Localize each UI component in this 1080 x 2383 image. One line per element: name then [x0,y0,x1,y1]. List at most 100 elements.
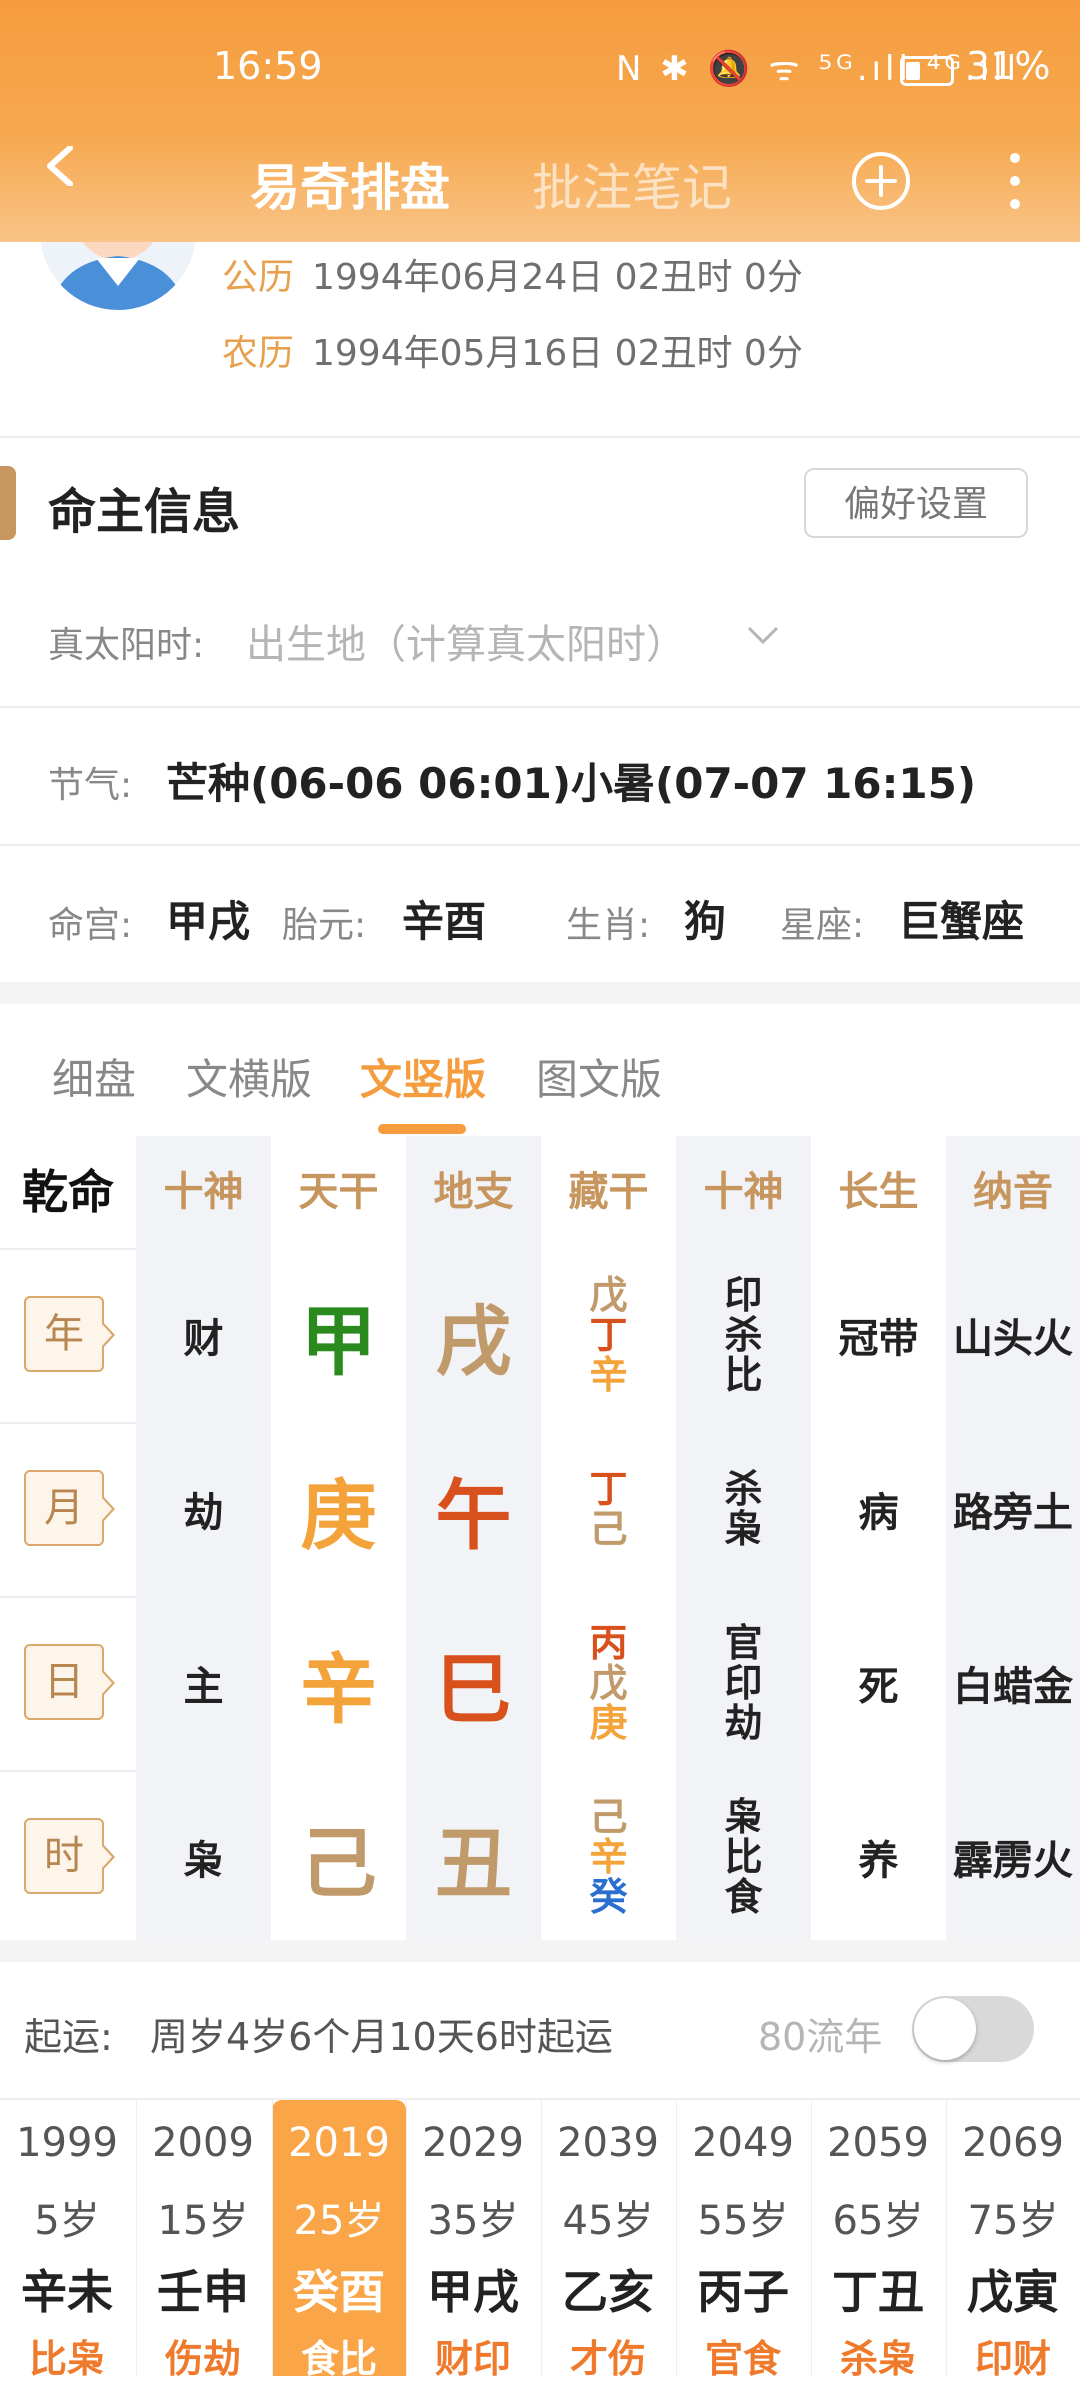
hidden-stem: 己 [589,1795,628,1839]
tab-xipan[interactable]: 细盘 [52,1046,136,1107]
earthly-branch[interactable]: 巳 [406,1596,541,1770]
dayun-age: 75岁 [967,2198,1059,2244]
minggong-label: 命宫: [48,905,133,946]
nayin: 霹雳火 [953,1838,1073,1884]
earthly-branch[interactable]: 戌 [406,1248,541,1422]
dayun-column[interactable]: 2049 55岁 丙子 官食 [676,2100,810,2381]
hidden-ten-gods: 枭比食 [676,1770,811,1944]
liunian-80-toggle[interactable] [912,1996,1034,2062]
battery-percent: 31% [966,44,1051,88]
status-time: 16:59 [213,44,323,88]
dayun-column[interactable]: 1999 5岁 辛未 比枭 [0,2100,134,2381]
nayin: 路旁土 [953,1490,1073,1536]
dayun-column[interactable]: 2039 45岁 乙亥 才伤 [541,2100,675,2381]
dayun-column[interactable]: 2059 65岁 丁丑 杀枭 [811,2100,945,2381]
dayun-ganzhi: 壬申 [157,2265,249,2319]
hidden-stem: 丁 [589,1467,628,1511]
hidden-ten-god: 枭 [724,1795,763,1839]
liunian-80-label: 80流年 [758,2015,883,2059]
hidden-ten-god: 比 [724,1353,763,1397]
tab-wenheng[interactable]: 文横版 [186,1046,312,1107]
dayun-age: 45岁 [562,2198,654,2244]
dayun-age: 5岁 [34,2198,100,2244]
earthly-branch[interactable]: 午 [406,1422,541,1596]
column-divider [946,2100,947,2376]
hidden-ten-gods-stack: 杀枭 [724,1469,762,1549]
hidden-ten-god: 杀 [724,1313,763,1357]
dayun-year: 2049 [692,2120,794,2166]
dayun-ganzhi: 丙子 [697,2265,789,2319]
table-header: 十神 [163,1169,244,1215]
divider [0,1770,136,1772]
hidden-ten-god: 印 [724,1273,763,1317]
dayun-ten-gods: 印财 [974,2337,1051,2381]
hidden-ten-god: 杀 [724,1467,763,1511]
pillar-tag[interactable]: 时 [24,1818,115,1894]
luck-start-label: 起运: [24,2015,113,2059]
tab-tuwen[interactable]: 图文版 [536,1046,662,1107]
ten-god: 主 [183,1664,224,1710]
hidden-ten-god: 劫 [724,1701,763,1745]
changsheng: 冠带 [838,1316,919,1362]
table-header: 纳音 [973,1169,1053,1215]
heavenly-stem[interactable]: 甲 [271,1248,406,1422]
tab-wenshu[interactable]: 文竖版 [360,1046,486,1107]
dayun-ganzhi: 丁丑 [832,2265,924,2319]
hidden-ten-god: 印 [724,1661,763,1705]
chevron-down-icon[interactable] [746,624,780,646]
hidden-stems: 丁己 [541,1422,676,1596]
heavenly-stem[interactable]: 己 [271,1770,406,1944]
hidden-ten-gods-stack: 印杀比 [724,1275,762,1395]
dayun-age: 25岁 [293,2198,385,2244]
dayun-year: 2019 [288,2120,390,2166]
tab-yiqi-paipan[interactable]: 易奇排盘 [250,148,450,220]
solar-date-value: 1994年06月24日 02丑时 0分 [312,257,803,298]
hidden-stems-stack: 丁己 [589,1469,627,1549]
hidden-ten-gods: 杀枭 [676,1422,811,1596]
dayun-ganzhi: 乙亥 [562,2265,654,2319]
shengxiao-label: 生肖: [566,905,651,946]
hidden-ten-gods-stack: 枭比食 [724,1797,762,1917]
tab-annotation-notes[interactable]: 批注笔记 [532,148,732,220]
dayun-age: 35岁 [427,2198,519,2244]
taiyuan-label: 胎元: [282,905,367,946]
divider [0,1248,136,1250]
pillar-tag[interactable]: 年 [24,1296,115,1372]
dayun-ganzhi: 癸酉 [293,2265,385,2319]
table-header: 十神 [703,1169,784,1215]
hidden-ten-god: 官 [724,1621,763,1665]
column-divider [541,2100,542,2376]
dayun-column[interactable]: 2029 35岁 甲戌 财印 [406,2100,540,2381]
table-header: 藏干 [568,1169,649,1215]
battery-level [906,62,920,80]
pillar-tag[interactable]: 月 [24,1470,115,1546]
dayun-column[interactable]: 2069 75岁 戊寅 印财 [946,2100,1080,2381]
dayun-year: 2069 [962,2120,1064,2166]
gender-label: 乾命 [22,1165,114,1219]
dayun-ten-gods: 比枭 [28,2337,105,2381]
ten-god: 枭 [183,1838,224,1884]
column-divider [136,2100,137,2376]
taiyuan-value: 辛酉 [402,897,487,946]
solar-date-label: 公历 [222,257,295,298]
heavenly-stem[interactable]: 庚 [271,1422,406,1596]
preference-settings-button[interactable]: 偏好设置 [804,468,1028,538]
hidden-stem: 丁 [589,1313,628,1357]
heavenly-stem[interactable]: 辛 [271,1596,406,1770]
section-gap [0,982,1080,1004]
dayun-age: 15岁 [157,2198,249,2244]
dayun-column[interactable]: 2009 15岁 壬申 伤劫 [136,2100,270,2381]
lunar-date-value: 1994年05月16日 02丑时 0分 [312,333,803,374]
pillar-tag[interactable]: 日 [24,1644,115,1720]
dayun-column[interactable]: 2019 25岁 癸酉 食比 [272,2100,406,2381]
add-icon[interactable] [850,150,912,212]
status-icons: N ✱ 🔕 ᯤ ⁵ᴳ.ıll ⁴ᴳ.ıll [616,49,1021,89]
column-divider [676,2100,677,2376]
more-menu-icon[interactable] [1004,150,1026,212]
earthly-branch[interactable]: 丑 [406,1770,541,1944]
birthplace-select[interactable]: 出生地（计算真太阳时） [246,612,686,670]
back-arrow-icon[interactable] [42,146,82,186]
section-title: 命主信息 [48,484,241,540]
hidden-ten-gods: 官印劫 [676,1596,811,1770]
dayun-year: 2009 [152,2120,254,2166]
